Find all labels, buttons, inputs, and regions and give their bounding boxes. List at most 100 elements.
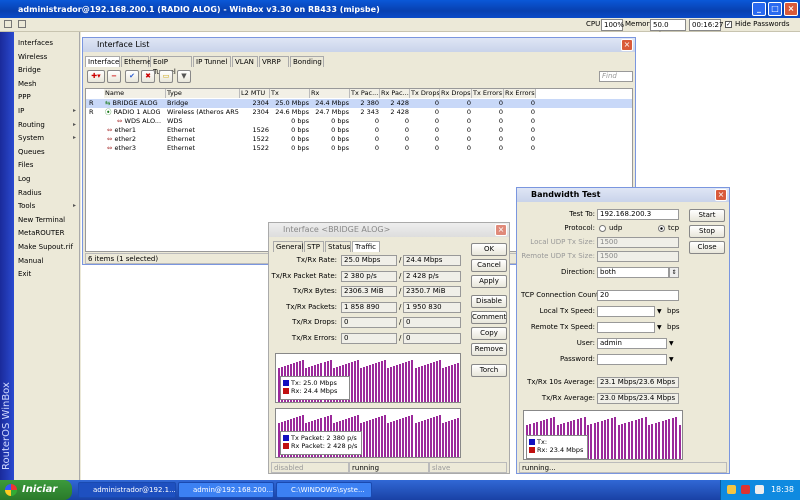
menu-item-interfaces[interactable]: Interfaces (18, 37, 78, 49)
security-icon[interactable] (741, 485, 750, 494)
menu-item-tools[interactable]: Tools ▸ (18, 200, 78, 212)
remote-udp-size-input[interactable]: 1500 (597, 251, 679, 262)
column-header[interactable]: Rx (310, 89, 350, 98)
menu-item-metarouter[interactable]: MetaROUTER (18, 227, 78, 239)
table-row[interactable]: ⇔ ether1 Ethernet 1526 0 bps 0 bps 0 0 0 0 0 0 (86, 126, 632, 135)
column-header[interactable]: L2 MTU (240, 89, 270, 98)
menu-item-system[interactable]: System ▸ (18, 132, 78, 144)
tab-status[interactable]: Status (325, 241, 351, 252)
interface-list-title-bar[interactable]: Interface List × (83, 38, 635, 52)
column-header[interactable]: Tx (270, 89, 310, 98)
comment-icon[interactable]: ▭ (159, 70, 173, 83)
task-cmd[interactable]: C:\WINDOWS\syste... (276, 482, 372, 498)
menu-item-files[interactable]: Files (18, 159, 78, 171)
local-tx-speed-dropdown-icon[interactable]: ▼ (657, 306, 662, 317)
menu-item-manual[interactable]: Manual (18, 255, 78, 267)
column-header[interactable]: Name (104, 89, 166, 98)
column-header[interactable]: Tx Errors (472, 89, 504, 98)
column-header[interactable]: Tx Drops (410, 89, 440, 98)
udp-radio[interactable] (599, 225, 606, 232)
table-row[interactable]: ⇔ ether3 Ethernet 1522 0 bps 0 bps 0 0 0 0 0 0 (86, 144, 632, 153)
start-button[interactable]: Iniciar (0, 480, 72, 500)
menu-item-make-supout-rif[interactable]: Make Supout.rif (18, 241, 78, 253)
column-header[interactable]: Type (166, 89, 240, 98)
disable-button[interactable]: Disable (471, 295, 507, 308)
tab-ip-tunnel[interactable]: IP Tunnel (193, 56, 231, 67)
copy-button[interactable]: Copy (471, 327, 507, 340)
remote-tx-speed-input[interactable] (597, 322, 655, 333)
ok-button[interactable]: OK (471, 243, 507, 256)
remove-button[interactable]: Remove (471, 343, 507, 356)
table-row[interactable]: ⇔ WDS ALO... WDS 0 bps 0 bps 0 0 0 0 0 0 (86, 117, 632, 126)
column-header[interactable]: Rx Pac... (380, 89, 410, 98)
remote-tx-speed-dropdown-icon[interactable]: ▼ (657, 322, 662, 333)
menu-item-bridge[interactable]: Bridge (18, 64, 78, 76)
menu-item-routing[interactable]: Routing ▸ (18, 119, 78, 131)
interface-detail-title-bar[interactable]: Interface <BRIDGE ALOG> × (269, 223, 509, 237)
enable-icon[interactable]: ✔ (125, 70, 139, 83)
menu-item-ppp[interactable]: PPP (18, 91, 78, 103)
tab-vlan[interactable]: VLAN (232, 56, 258, 67)
tab-ethernet[interactable]: Ethernet (121, 56, 154, 67)
menu-item-new-terminal[interactable]: New Terminal (18, 214, 78, 226)
column-header[interactable]: Rx Errors (504, 89, 536, 98)
menu-item-ip[interactable]: IP ▸ (18, 105, 78, 117)
add-icon[interactable]: ✚▾ (87, 70, 105, 83)
close-button[interactable]: × (784, 2, 798, 16)
undo-icon[interactable] (4, 20, 12, 28)
user-input[interactable]: admin (597, 338, 667, 349)
interface-detail-close-button[interactable]: × (495, 224, 507, 236)
column-header[interactable]: Tx Pac... (350, 89, 380, 98)
volume-icon[interactable] (755, 485, 764, 494)
local-udp-size-input[interactable]: 1500 (597, 237, 679, 248)
apply-button[interactable]: Apply (471, 275, 507, 288)
tab-stp[interactable]: STP (304, 241, 324, 252)
stop-button[interactable]: Stop (689, 225, 725, 238)
tab-bonding[interactable]: Bonding (290, 56, 324, 67)
test-to-input[interactable]: 192.168.200.3 (597, 209, 679, 220)
task-winbox-2[interactable]: admin@192.168.200.... (178, 482, 274, 498)
maximize-button[interactable]: □ (768, 2, 782, 16)
menu-item-radius[interactable]: Radius (18, 187, 78, 199)
bandwidth-test-title-bar[interactable]: Bandwidth Test × (517, 188, 729, 202)
table-row[interactable]: ⇔ ether2 Ethernet 1522 0 bps 0 bps 0 0 0 0 0 0 (86, 135, 632, 144)
cell-rx: 0 bps (331, 144, 349, 152)
tab-traffic[interactable]: Traffic (352, 241, 380, 252)
password-input[interactable] (597, 354, 667, 365)
table-row[interactable]: R ⇆ BRIDGE ALOG Bridge 2304 25.0 Mbps 24.4 Mb… (86, 99, 632, 108)
hide-passwords-checkbox[interactable]: ✓ (725, 21, 732, 28)
menu-item-exit[interactable]: Exit (18, 268, 78, 280)
menu-item-queues[interactable]: Queues (18, 146, 78, 158)
bw-close-button[interactable]: Close (689, 241, 725, 254)
user-dropdown-icon[interactable]: ▼ (669, 338, 674, 349)
interface-list-close-button[interactable]: × (621, 39, 633, 51)
filter-icon[interactable]: ▼ (177, 70, 191, 83)
remove-icon[interactable]: − (107, 70, 121, 83)
redo-icon[interactable] (18, 20, 26, 28)
task-winbox-1[interactable]: administrador@192.1... (78, 482, 176, 498)
column-header[interactable]: Rx Drops (440, 89, 472, 98)
menu-item-wireless[interactable]: Wireless (18, 51, 78, 63)
menu-item-log[interactable]: Log (18, 173, 78, 185)
tcp-radio[interactable] (658, 225, 665, 232)
direction-dropdown-icon[interactable]: ⇕ (669, 267, 679, 278)
tab-interface[interactable]: Interface (85, 56, 120, 67)
tab-general[interactable]: General (273, 241, 304, 252)
minimize-button[interactable]: _ (752, 2, 766, 16)
local-tx-speed-input[interactable] (597, 306, 655, 317)
torch-button[interactable]: Torch (471, 364, 507, 377)
tab-eoip-tunnel[interactable]: EoIP Tunnel (150, 56, 192, 76)
cancel-button[interactable]: Cancel (471, 259, 507, 272)
find-input[interactable]: Find (599, 71, 633, 82)
tab-vrrp[interactable]: VRRP (259, 56, 289, 67)
start-button[interactable]: Start (689, 209, 725, 222)
menu-item-mesh[interactable]: Mesh (18, 78, 78, 90)
bandwidth-test-close-button[interactable]: × (715, 189, 727, 201)
disable-icon[interactable]: ✖ (141, 70, 155, 83)
connection-count-input[interactable]: 20 (597, 290, 679, 301)
comment-button[interactable]: Comment (471, 311, 507, 324)
table-row[interactable]: R ⦿ RADIO 1 ALOG Wireless (Atheros AR5... 2… (86, 108, 632, 117)
direction-select[interactable]: both (597, 267, 669, 278)
password-dropdown-icon[interactable]: ▼ (669, 354, 674, 365)
network-icon[interactable] (727, 485, 736, 494)
